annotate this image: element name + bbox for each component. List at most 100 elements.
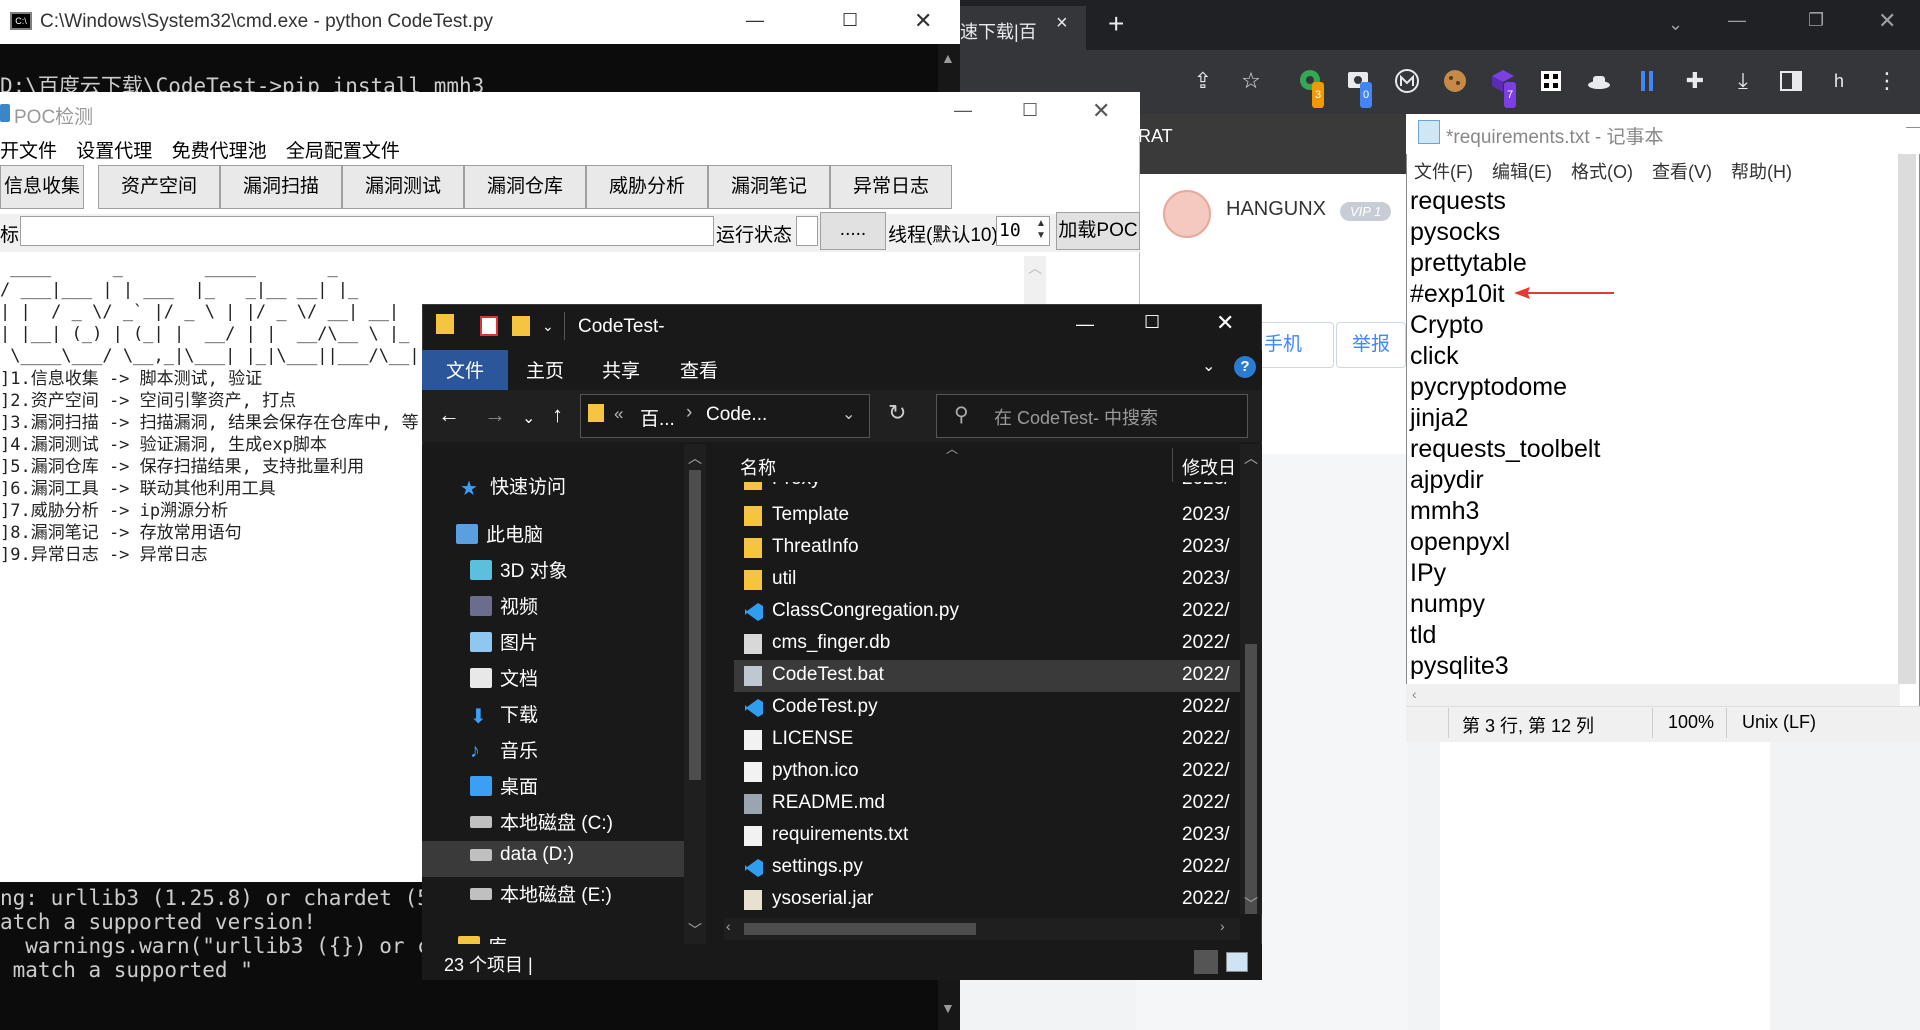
cmd-minimize-button[interactable]: — [746, 10, 764, 31]
file-scroll-up-icon[interactable]: ︿ [1244, 448, 1258, 468]
explorer-maximize-button[interactable]: ☐ [1144, 312, 1160, 333]
load-poc-button[interactable]: 加载POC [1056, 212, 1140, 250]
column-header-name[interactable]: 名称 [740, 454, 776, 480]
poc-maximize-button[interactable]: ☐ [1022, 100, 1038, 121]
nav-drive-e[interactable]: 本地磁盘 (E:) [470, 880, 700, 916]
report-button[interactable]: 举报 [1336, 322, 1406, 368]
table-row[interactable]: requirements.txt 2023/ [734, 820, 1240, 852]
tab-asset-space[interactable]: 资产空间 [98, 165, 220, 209]
tab-threat-analysis[interactable]: 威胁分析 [586, 165, 708, 209]
nav-pictures[interactable]: 图片 [470, 628, 700, 664]
poc-menu-proxy[interactable]: 设置代理 [76, 136, 152, 163]
quick-access-toolbar-dropdown-icon[interactable]: ⌄ [542, 318, 554, 335]
table-row[interactable]: Proxy 2023/ [734, 482, 1240, 496]
nav-videos[interactable]: 视频 [470, 592, 700, 628]
extensions-puzzle-icon[interactable]: ✚ [1682, 68, 1708, 94]
poc-scroll-up-icon[interactable]: ︿ [1028, 258, 1042, 278]
properties-icon[interactable] [480, 316, 498, 336]
table-row[interactable]: README.md 2022/ [734, 788, 1240, 820]
avatar[interactable] [1163, 190, 1211, 238]
large-icons-view-icon[interactable] [1226, 952, 1248, 972]
user-name[interactable]: HANGUNX [1226, 198, 1326, 221]
table-row[interactable]: cms_finger.db 2022/ [734, 628, 1240, 660]
share-icon[interactable]: ⇪ [1190, 68, 1216, 94]
table-row[interactable]: LICENSE 2022/ [734, 724, 1240, 756]
poc-menu-global-config[interactable]: 全局配置文件 [286, 136, 400, 163]
extension-camera-icon[interactable]: 0 [1346, 68, 1373, 108]
browser-tab-close-button[interactable]: × [1056, 12, 1068, 35]
target-input[interactable] [20, 216, 714, 246]
table-row[interactable]: ysoserial.jar 2022/ [734, 884, 1240, 916]
hscroll-right-icon[interactable]: › [1220, 918, 1225, 934]
up-arrow-icon[interactable]: ↑ [552, 402, 563, 428]
nav-scroll-thumb[interactable] [689, 470, 701, 780]
nav-3d-objects[interactable]: 3D 对象 [470, 556, 700, 592]
file-list-scroll-thumb[interactable] [1245, 644, 1257, 914]
back-arrow-icon[interactable]: ← [438, 402, 460, 428]
poc-menu-open-file[interactable]: 开文件 [0, 136, 57, 163]
tab-vuln-notes[interactable]: 漏洞笔记 [708, 165, 830, 209]
cmd-scroll-up-icon[interactable]: ▲ [941, 50, 955, 66]
notepad-scroll-thumb[interactable] [1898, 154, 1916, 684]
nav-drive-d[interactable]: data (D:) [470, 844, 700, 880]
ribbon-tab-share[interactable]: 共享 [602, 356, 640, 383]
new-folder-icon[interactable] [512, 316, 530, 336]
refresh-icon[interactable]: ↻ [888, 400, 906, 426]
extension-green-icon[interactable]: 3 [1298, 68, 1325, 108]
poc-minimize-button[interactable]: — [954, 100, 972, 121]
browser-minimize-button[interactable]: — [1728, 10, 1746, 31]
profile-avatar[interactable]: h [1826, 68, 1852, 94]
column-divider[interactable] [1172, 448, 1173, 482]
address-dropdown-icon[interactable]: ⌄ [842, 404, 855, 424]
file-row-clipped[interactable]: Proxy 2023/ [734, 482, 1240, 496]
download-icon[interactable]: ⤓ [1730, 68, 1756, 94]
tab-vuln-test[interactable]: 漏洞测试 [342, 165, 464, 209]
browser-menu-icon[interactable]: ⋮ [1874, 68, 1900, 94]
ribbon-tab-view[interactable]: 查看 [680, 356, 718, 383]
file-scroll-down-icon[interactable]: ﹀ [1244, 894, 1258, 914]
browser-restore-button[interactable]: ❐ [1808, 10, 1824, 31]
nav-downloads[interactable]: ⬇ 下载 [470, 700, 700, 736]
nav-documents[interactable]: 文档 [470, 664, 700, 700]
nav-quick-access[interactable]: ★ 快速访问 [460, 472, 690, 508]
table-row[interactable]: Template 2023/ [734, 500, 1240, 532]
thread-spinner-icon[interactable]: ▲ ▼ [1036, 218, 1046, 242]
browser-new-tab-button[interactable]: + [1108, 8, 1124, 40]
table-row[interactable]: CodeTest.bat 2022/ [734, 660, 1240, 692]
nav-libraries[interactable]: 库 [422, 928, 684, 944]
forward-arrow-icon[interactable]: → [484, 402, 506, 428]
tab-vuln-repository[interactable]: 漏洞仓库 [464, 165, 586, 209]
nav-this-pc[interactable]: 此电脑 [456, 520, 686, 556]
file-list-hscroll-thumb[interactable] [744, 923, 976, 935]
notepad-minimize-button[interactable]: — [1906, 118, 1920, 134]
table-row[interactable]: CodeTest.py 2022/ [734, 692, 1240, 724]
help-icon[interactable]: ? [1234, 356, 1256, 378]
nav-music[interactable]: ♪ 音乐 [470, 736, 700, 772]
notepad-text-area[interactable]: requests pysocks prettytable #exp10it Cr… [1410, 186, 1894, 684]
tab-error-log[interactable]: 异常日志 [830, 165, 952, 209]
extension-grid-icon[interactable] [1538, 68, 1564, 94]
notepad-menu-help[interactable]: 帮助(H) [1731, 158, 1792, 184]
address-segment[interactable]: Code... [706, 404, 767, 426]
explorer-minimize-button[interactable]: — [1076, 314, 1094, 335]
poc-close-button[interactable]: ✕ [1092, 98, 1110, 124]
side-panel-icon[interactable] [1778, 68, 1804, 94]
ribbon-tab-home[interactable]: 主页 [526, 356, 564, 383]
details-view-icon[interactable] [1194, 950, 1218, 974]
table-row[interactable]: python.ico 2022/ [734, 756, 1240, 788]
recent-locations-icon[interactable]: ⌄ [522, 408, 535, 428]
tab-vuln-scan[interactable]: 漏洞扫描 [220, 165, 342, 209]
notepad-hscroll-left-icon[interactable]: ‹ [1412, 686, 1417, 702]
address-overflow[interactable]: « [614, 404, 623, 424]
notepad-menu-format[interactable]: 格式(O) [1571, 158, 1633, 184]
extension-hat-icon[interactable] [1586, 68, 1612, 94]
nav-desktop[interactable]: 桌面 [470, 772, 700, 808]
column-header-date[interactable]: 修改日 [1182, 454, 1236, 480]
poc-menu-free-proxy-pool[interactable]: 免费代理池 [172, 136, 267, 163]
table-row[interactable]: settings.py 2022/ [734, 852, 1240, 884]
more-options-button[interactable]: ..... [820, 212, 886, 250]
ribbon-tab-file[interactable]: 文件 [446, 356, 484, 383]
nav-scroll-down-icon[interactable]: ﹀ [688, 920, 702, 940]
extension-bars-icon[interactable] [1634, 68, 1660, 94]
cmd-scroll-down-icon[interactable]: ▼ [941, 1000, 955, 1016]
